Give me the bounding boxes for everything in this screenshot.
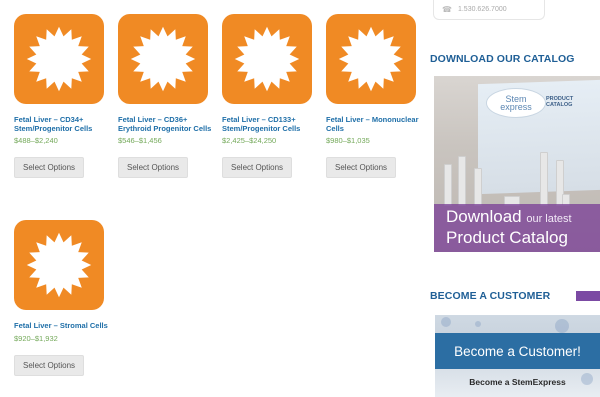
sidebar: ☎ 1.530.626.7000 DOWNLOAD OUR CATALOG St…: [430, 0, 600, 397]
phone-widget[interactable]: ☎ 1.530.626.7000: [433, 0, 545, 20]
product-card: Fetal Liver – CD34+ Stem/Progenitor Cell…: [14, 14, 110, 179]
product-price: $920–$1,932: [14, 333, 58, 343]
product-price: $980–$1,035: [326, 136, 370, 146]
product-title[interactable]: Fetal Liver – CD36+ Erythroid Progenitor…: [118, 115, 212, 133]
product-price: $546–$1,456: [118, 136, 162, 146]
sun-icon: [26, 26, 92, 92]
select-options-button[interactable]: Select Options: [326, 157, 397, 179]
title-accent-bar: [576, 291, 600, 301]
product-title[interactable]: Fetal Liver – Stromal Cells: [14, 321, 108, 331]
product-thumbnail[interactable]: [118, 14, 208, 104]
catalog-download-banner[interactable]: Download our latest Product Catalog: [434, 204, 600, 252]
product-title[interactable]: Fetal Liver – Mononuclear Cells: [326, 115, 420, 133]
become-customer-headline: Become a Customer!: [435, 333, 600, 369]
product-card: Fetal Liver – Stromal Cells $920–$1,932 …: [14, 220, 110, 376]
sun-icon: [234, 26, 300, 92]
product-card: Fetal Liver – Mononuclear Cells $980–$1,…: [326, 14, 422, 179]
phone-icon: ☎: [442, 5, 452, 14]
select-options-button[interactable]: Select Options: [118, 157, 189, 179]
phone-number[interactable]: 1.530.626.7000: [458, 6, 507, 13]
product-thumbnail[interactable]: [326, 14, 416, 104]
our-latest-text: our latest: [526, 213, 572, 225]
select-options-button[interactable]: Select Options: [14, 354, 85, 376]
catalog-section-title: DOWNLOAD OUR CATALOG: [430, 53, 575, 65]
select-options-button[interactable]: Select Options: [222, 157, 293, 179]
product-title[interactable]: Fetal Liver – CD133+ Stem/Progenitor Cel…: [222, 115, 316, 133]
customer-section-title: BECOME A CUSTOMER: [430, 290, 551, 302]
product-thumbnail[interactable]: [14, 14, 104, 104]
product-catalog-text: Product Catalog: [446, 228, 568, 247]
product-card: Fetal Liver – CD133+ Stem/Progenitor Cel…: [222, 14, 318, 179]
product-thumbnail[interactable]: [222, 14, 312, 104]
stemexpress-logo: Stem express: [486, 88, 546, 118]
product-price: $488–$2,240: [14, 136, 58, 146]
become-customer-banner[interactable]: Become a Customer! Become a StemExpress: [435, 315, 600, 397]
select-options-button[interactable]: Select Options: [14, 157, 85, 179]
product-title[interactable]: Fetal Liver – CD34+ Stem/Progenitor Cell…: [14, 115, 108, 133]
download-text: Download: [446, 207, 522, 226]
product-thumbnail[interactable]: [14, 220, 104, 310]
become-customer-subtext: Become a StemExpress: [469, 377, 566, 387]
product-price: $2,425–$24,250: [222, 136, 277, 146]
sun-icon: [26, 232, 92, 298]
sun-icon: [338, 26, 404, 92]
product-card: Fetal Liver – CD36+ Erythroid Progenitor…: [118, 14, 214, 179]
catalog-cover-label: PRODUCT CATALOG: [546, 96, 574, 108]
lab-tubes-image: [444, 136, 594, 206]
sun-icon: [130, 26, 196, 92]
catalog-banner[interactable]: Stem express PRODUCT CATALOG Download ou…: [434, 76, 600, 252]
